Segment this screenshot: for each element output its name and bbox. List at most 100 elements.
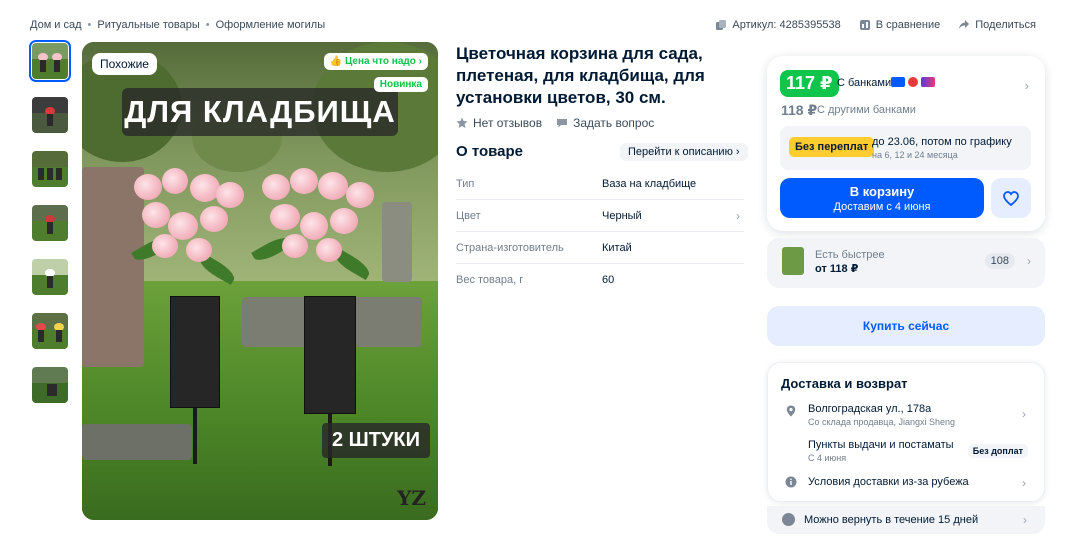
property-value: Черный	[602, 209, 642, 222]
no-overpay-badge: Без переплат	[789, 137, 875, 157]
chevron-right-icon: ›	[1022, 407, 1026, 421]
breadcrumb-separator: •	[87, 19, 92, 31]
property-list: Тип Ваза на кладбище Цвет Черный › Стран…	[456, 168, 744, 296]
chevron-right-icon: ›	[1022, 476, 1026, 490]
thumbnail-3[interactable]	[32, 151, 68, 187]
reviews-label: Нет отзывов	[473, 116, 543, 130]
vase-left	[170, 296, 220, 408]
top-actions: Артикул: 4285395538 В сравнение Поделить…	[715, 19, 1036, 31]
compare-icon	[859, 20, 870, 30]
star-icon	[456, 117, 468, 128]
return-policy-row[interactable]: Можно вернуть в течение 15 дней ›	[767, 506, 1045, 534]
article-label: Артикул: 4285395538	[732, 19, 841, 31]
delivery-address-sub: Со склада продавца, Jiangxi Sheng	[808, 417, 955, 427]
property-value: 60	[602, 274, 615, 286]
headstone-left	[82, 167, 144, 367]
installment-block[interactable]: Без переплат до 23.06, потом по графику …	[780, 126, 1031, 170]
share-icon	[959, 20, 970, 29]
breadcrumb-item-grave[interactable]: Оформление могилы	[216, 19, 326, 31]
card-icon	[921, 77, 935, 87]
bank-logos	[891, 77, 935, 87]
compare-button[interactable]: В сравнение	[859, 19, 940, 31]
breadcrumb-item-ritual[interactable]: Ритуальные товары	[97, 19, 199, 31]
ask-question-link[interactable]: Задать вопрос	[556, 116, 654, 130]
go-to-description-label: Перейти к описанию	[628, 146, 733, 158]
add-to-cart-label: В корзину	[849, 184, 915, 199]
thumbnail-5[interactable]	[32, 259, 68, 295]
no-extra-charge-badge: Без доплат	[967, 444, 1028, 458]
installment-subtext: на 6, 12 и 24 месяца	[872, 150, 958, 160]
buy-now-button[interactable]: Купить сейчас	[767, 306, 1045, 346]
good-price-badge[interactable]: 👍 Цена что надо ›	[323, 53, 428, 70]
reviews-link[interactable]: Нет отзывов	[456, 116, 542, 130]
pickup-date: С 4 июня	[808, 453, 847, 463]
ask-question-label: Задать вопрос	[573, 116, 655, 130]
go-to-description-button[interactable]: Перейти к описанию ›	[620, 143, 748, 161]
info-icon	[785, 476, 797, 488]
faster-count-badge: 108	[984, 253, 1015, 269]
share-button[interactable]: Поделиться	[958, 19, 1036, 31]
delivery-address: Волгоградская ул., 178а	[808, 403, 932, 415]
faster-label: Есть быстрее	[815, 249, 885, 261]
abroad-conditions-label: Условия доставки из-за рубежа	[808, 476, 969, 488]
property-row: Страна-изготовитель Китай	[456, 232, 744, 264]
cart-delivery-label: Доставим с 4 июня	[833, 201, 931, 213]
faster-price: от 118 ₽	[815, 263, 859, 275]
property-key: Тип	[456, 177, 475, 190]
chevron-right-icon: ›	[1027, 254, 1031, 268]
share-label: Поделиться	[975, 19, 1036, 31]
brand-logo: YZ	[397, 486, 426, 510]
with-banks-label: С банками	[837, 77, 892, 89]
article-number[interactable]: Артикул: 4285395538	[715, 19, 841, 31]
property-row: Вес товара, г 60	[456, 264, 744, 296]
bank-icon	[908, 77, 918, 87]
copy-icon	[716, 20, 727, 30]
chevron-right-icon: ›	[418, 56, 422, 67]
pickup-label: Пункты выдачи и постаматы	[808, 439, 954, 451]
property-value: Ваза на кладбище	[602, 177, 697, 190]
breadcrumb: Дом и сад • Ритуальные товары • Оформлен…	[30, 19, 325, 31]
add-to-cart-button[interactable]: В корзину Доставим с 4 июня	[780, 178, 984, 218]
property-key: Цвет	[456, 209, 481, 222]
chevron-right-icon: ›	[1023, 513, 1027, 527]
good-price-label: Цена что надо	[344, 56, 416, 67]
vase-right	[304, 296, 356, 414]
thumbnail-2[interactable]	[32, 97, 68, 133]
image-banner: ДЛЯ КЛАДБИЩА	[122, 88, 398, 136]
return-policy-label: Можно вернуть в течение 15 дней	[804, 514, 979, 526]
thumbnail-list	[29, 40, 71, 421]
thumbnail-1[interactable]	[29, 40, 71, 82]
breadcrumb-item-home-garden[interactable]: Дом и сад	[30, 19, 82, 31]
breadcrumb-separator: •	[205, 19, 210, 31]
price-other: 118 ₽	[781, 102, 818, 118]
favorite-button[interactable]	[991, 178, 1031, 218]
thumbnail-6[interactable]	[32, 313, 68, 349]
other-banks-label: С другими банками	[817, 104, 916, 116]
property-value: Китай	[602, 241, 632, 254]
return-icon	[782, 513, 795, 526]
price-card: 117 ₽ С банками › 118 ₽ С другими банкам…	[767, 56, 1045, 231]
chevron-right-icon: ›	[735, 146, 740, 158]
chevron-right-icon: ›	[736, 208, 740, 223]
location-pin-icon	[786, 405, 796, 417]
property-row[interactable]: Цвет Черный ›	[456, 200, 744, 232]
faster-delivery-block[interactable]: Есть быстрее от 118 ₽ 108 ›	[767, 238, 1045, 288]
thumbnail-4[interactable]	[32, 205, 68, 241]
headstone-right	[382, 202, 412, 282]
installment-text: до 23.06, потом по графику	[872, 136, 1012, 148]
price-with-banks[interactable]: 117 ₽	[780, 70, 839, 97]
similar-button[interactable]: Похожие	[92, 53, 157, 75]
reviews-row: Нет отзывов Задать вопрос	[456, 116, 654, 130]
thumbnail-7[interactable]	[32, 367, 68, 403]
chevron-right-icon[interactable]: ›	[1025, 78, 1029, 93]
ozon-bank-icon	[891, 77, 905, 87]
property-key: Вес товара, г	[456, 274, 524, 286]
new-badge: Новинка	[373, 77, 428, 92]
property-row: Тип Ваза на кладбище	[456, 168, 744, 200]
chat-icon	[557, 119, 568, 128]
product-title: Цветочная корзина для сада, плетеная, дл…	[456, 44, 705, 107]
faster-product-thumbnail	[782, 247, 804, 275]
thumbs-up-icon: 👍	[329, 56, 343, 67]
delivery-heading: Доставка и возврат	[781, 376, 908, 391]
product-main-image[interactable]: ДЛЯ КЛАДБИЩА Похожие 👍 Цена что надо › Н…	[82, 42, 438, 520]
